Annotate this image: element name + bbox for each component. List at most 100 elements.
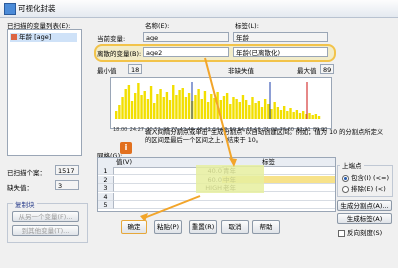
histogram-bar	[314, 114, 318, 119]
histogram-bar	[168, 100, 172, 119]
grid-row-number: 5	[98, 201, 114, 210]
histogram-bar	[267, 104, 270, 119]
generate-cutpoints-button[interactable]: 生成分割点(A)...	[337, 200, 392, 211]
histogram-bar	[181, 88, 184, 119]
histogram-bar	[257, 101, 261, 119]
window-title: 可视化封装	[18, 4, 56, 13]
histogram-bar	[289, 108, 292, 119]
histogram-bar	[143, 91, 146, 119]
grid-row-number: 3	[98, 184, 114, 193]
generate-labels-button[interactable]: 生成标签(A)	[337, 213, 392, 224]
histogram-bar	[286, 111, 289, 119]
histogram-bar	[175, 95, 178, 119]
histogram-bar	[130, 101, 134, 119]
histogram-bar	[210, 94, 213, 119]
ok-button[interactable]: 确定	[121, 220, 147, 234]
histogram-bar	[282, 106, 286, 119]
histogram-bar	[216, 92, 219, 119]
histogram-bar	[308, 113, 311, 119]
current-variable-label: 当前变量:	[97, 35, 126, 43]
scanned-variable-list[interactable]: 年龄 [age]	[7, 29, 82, 156]
histogram-bar	[270, 109, 273, 119]
radio-empty-icon	[342, 185, 349, 193]
histogram-bar	[159, 89, 162, 119]
grid-tag-cell[interactable]	[222, 201, 335, 210]
histogram-bar	[260, 107, 264, 119]
copy-to-button[interactable]: 到其他变量(T)...	[12, 225, 79, 236]
label-column-header: 标签(L):	[235, 22, 259, 30]
grid-value-cell[interactable]	[114, 201, 222, 210]
histogram-bar	[238, 102, 241, 119]
missing-values-value: 3	[55, 180, 79, 190]
histogram-bar	[292, 112, 295, 119]
endpoint-group-label: 上端点	[340, 160, 364, 170]
histogram-bar	[311, 115, 314, 119]
histogram-bar	[317, 116, 321, 119]
histogram-bar	[244, 100, 248, 119]
histogram-bar	[165, 92, 169, 119]
radio-selected-icon	[342, 174, 349, 182]
scale-variable-icon	[11, 34, 17, 40]
max-value: 89	[320, 64, 334, 74]
histogram-bar	[251, 97, 254, 119]
copy-from-button[interactable]: 从另一个变量(F)...	[12, 211, 79, 222]
value-tag-highlight	[196, 165, 264, 193]
max-label: 最大值	[297, 67, 317, 75]
value-histogram: 18.00 24.27 30.52 36.77 42.46 48.43 54.00 59.64…	[110, 77, 332, 133]
cancel-button[interactable]: 取消	[221, 220, 249, 234]
histogram-bar	[153, 103, 156, 119]
paste-button[interactable]: 粘贴(P)	[154, 220, 182, 234]
app-icon	[4, 3, 16, 15]
current-variable-tag: 年龄	[233, 32, 328, 42]
histogram-bar	[118, 105, 121, 119]
histogram-bar	[140, 95, 143, 119]
copy-group-frame	[7, 203, 88, 243]
histogram-bar	[248, 105, 251, 119]
histogram-bar	[219, 100, 222, 119]
instruction-text: 输入间隔分割点或单击"生成分割点"以自动创建区间。例如，值为 10 的分割点所定…	[145, 129, 384, 144]
list-item[interactable]: 年龄 [age]	[10, 33, 77, 42]
include-radio[interactable]: 包含(I) (<=)	[342, 172, 389, 182]
missing-values-label: 缺失值：	[7, 184, 33, 192]
grid-row-number: 4	[98, 192, 114, 201]
nonmissing-label: 非缺失值	[228, 67, 254, 75]
histogram-bar	[121, 97, 124, 119]
histogram-bar	[263, 99, 267, 119]
histogram-bar	[124, 89, 127, 119]
histogram-bar	[172, 85, 175, 119]
histogram-bar	[301, 111, 305, 119]
binned-variable-tag-input[interactable]: 年龄(已离散化)	[233, 47, 328, 57]
histogram-bar	[194, 95, 197, 119]
grid-value-cell[interactable]	[114, 193, 222, 201]
histogram-svg	[115, 82, 321, 119]
histogram-bar	[229, 104, 232, 119]
histogram-bar	[213, 98, 216, 119]
reverse-scale-checkbox[interactable]: 反向刻度(S)	[338, 227, 382, 237]
histogram-bar	[225, 93, 229, 119]
histogram-bar	[241, 95, 245, 119]
exclude-radio[interactable]: 排除(E) (<)	[342, 183, 386, 193]
histogram-bar	[134, 93, 137, 119]
binned-variable-name-input[interactable]: age2	[143, 47, 229, 57]
histogram-bar	[206, 102, 210, 119]
binned-variable-label: 离散的变量(B):	[97, 50, 142, 58]
help-button[interactable]: 帮助	[252, 220, 280, 234]
histogram-bar	[279, 110, 283, 119]
reset-button[interactable]: 重置(R)	[189, 220, 217, 234]
histogram-bar	[254, 103, 257, 119]
name-column-header: 名称(E):	[145, 22, 170, 30]
checkbox-icon	[338, 229, 345, 237]
histogram-bar	[222, 96, 226, 119]
grid-row-number: 1	[98, 167, 114, 175]
scanned-cases-label: 已扫描个案：	[7, 169, 46, 177]
histogram-tick-label: 24.27	[129, 127, 144, 133]
histogram-bar	[197, 89, 200, 119]
histogram-bar	[127, 85, 131, 119]
min-label: 最小值	[97, 67, 117, 75]
current-variable-name: age	[143, 32, 229, 42]
histogram-bar	[298, 113, 302, 119]
histogram-bar	[276, 107, 280, 119]
histogram-bar	[187, 93, 191, 119]
histogram-bar	[200, 99, 203, 119]
grid-tag-cell[interactable]	[222, 193, 335, 201]
